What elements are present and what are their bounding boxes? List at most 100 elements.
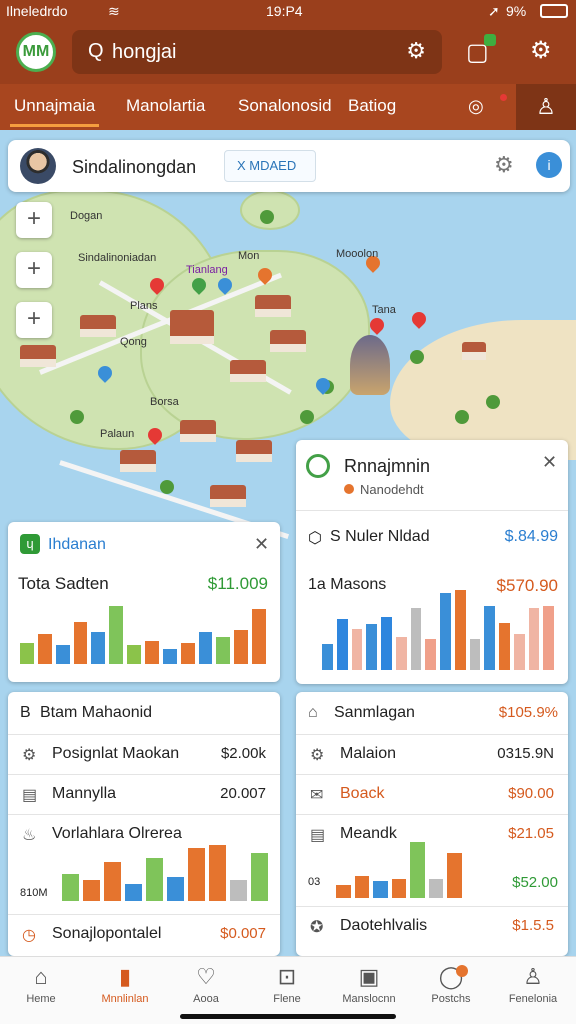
chart-bar bbox=[20, 642, 34, 664]
map-building bbox=[20, 345, 56, 367]
avatar[interactable] bbox=[20, 148, 56, 184]
row-value: $21.05 bbox=[508, 825, 554, 842]
list-item[interactable]: ⚙ Malaion 0315.9N bbox=[296, 734, 568, 774]
bar-chart-right bbox=[320, 590, 556, 670]
search-bar[interactable]: Q hongjai ⚙ bbox=[72, 30, 442, 74]
bell-icon[interactable]: ◎ bbox=[468, 96, 484, 117]
gear-icon[interactable]: ⚙ bbox=[494, 152, 514, 178]
row-label: Vorlahlara Olrerea bbox=[52, 825, 182, 842]
gear-icon: ⚙ bbox=[22, 747, 37, 764]
chart-bar bbox=[162, 649, 177, 664]
zoom-in-button-2[interactable]: + bbox=[16, 252, 52, 288]
card-subtitle: Nanodehdt bbox=[360, 482, 424, 497]
map-building bbox=[180, 420, 216, 442]
row-label: Mannylla bbox=[52, 785, 117, 802]
chart-bar bbox=[209, 845, 226, 901]
nav-postchs[interactable]: ◯ Postchs bbox=[410, 963, 492, 1005]
map-label: Qong bbox=[120, 336, 147, 348]
map-pin[interactable] bbox=[367, 315, 387, 335]
list-item[interactable]: ✪ Daotehlvalis $1.5.5 bbox=[296, 906, 568, 946]
chart-bar bbox=[543, 606, 554, 670]
nav-home[interactable]: ⌂ Heme bbox=[0, 963, 82, 1005]
app-logo[interactable]: MM bbox=[16, 32, 56, 72]
list-item[interactable]: ✉ Boack $90.00 bbox=[296, 774, 568, 814]
nav-badge bbox=[456, 965, 468, 977]
map-tree bbox=[70, 410, 84, 424]
nav-label: Heme bbox=[26, 993, 56, 1005]
nav-label: Aooa bbox=[193, 993, 219, 1005]
close-icon[interactable]: ✕ bbox=[254, 534, 269, 555]
chart-bar bbox=[351, 628, 363, 670]
map-pin[interactable] bbox=[409, 309, 429, 329]
chart-bar bbox=[198, 632, 213, 664]
map-building bbox=[255, 295, 291, 317]
status-chip[interactable]: X MDAED bbox=[224, 150, 316, 182]
location-name: Sindalinongdan bbox=[72, 157, 197, 177]
bar-chart-list-right bbox=[334, 842, 464, 898]
nav-label: Flene bbox=[273, 993, 301, 1005]
list-item[interactable]: ▤ Mannylla 20.007 bbox=[8, 774, 280, 814]
list-item[interactable]: ⚙ Posignlat Maokan $2.00k bbox=[8, 734, 280, 774]
nav-flene[interactable]: ⊡ Flene bbox=[246, 963, 328, 1005]
chart-bar bbox=[447, 852, 462, 898]
map-label: Dogan bbox=[70, 210, 103, 222]
chart-bar bbox=[216, 636, 231, 664]
chart-bar bbox=[55, 645, 70, 664]
divider bbox=[296, 510, 568, 511]
bookmark-icon: ▮ bbox=[118, 964, 132, 989]
row-value: $90.00 bbox=[508, 785, 554, 802]
row-label: S Nuler Nldad bbox=[330, 528, 430, 545]
row-label: Posignlat Maokan bbox=[52, 745, 180, 762]
map-tree bbox=[260, 210, 274, 224]
chart-bar bbox=[322, 644, 333, 670]
nav-manslocnn[interactable]: ▣ Manslocnn bbox=[328, 963, 410, 1005]
search-settings-icon[interactable]: ⚙ bbox=[406, 38, 426, 64]
zoom-in-button[interactable]: + bbox=[16, 202, 52, 238]
row-label: Daotehlvalis bbox=[340, 917, 428, 934]
settings-icon[interactable]: ⚙ bbox=[530, 36, 552, 65]
chart-bar bbox=[73, 621, 88, 664]
chart-bar bbox=[37, 634, 52, 664]
map-tree bbox=[410, 350, 424, 364]
chart-bar bbox=[440, 593, 451, 670]
tab-unnajmaia[interactable]: Unnajmaia bbox=[9, 96, 100, 127]
map-label: Sindalinoniadan bbox=[78, 252, 157, 264]
tab-manolartia[interactable]: Manolartia bbox=[126, 96, 205, 116]
search-input[interactable]: hongjai bbox=[112, 41, 177, 64]
home-indicator[interactable] bbox=[180, 1014, 396, 1019]
carrier-label: Ilneledrdo bbox=[6, 3, 68, 19]
chart-bar bbox=[454, 590, 466, 670]
chart-icon: ♨ bbox=[22, 827, 37, 844]
nav-mnnlinlan[interactable]: ▮ Mnnlinlan bbox=[84, 963, 166, 1005]
location-info-bar[interactable]: Sindalinongdan X MDAED ⚙ i bbox=[8, 140, 570, 192]
nav-fenelonia[interactable]: ♙ Fenelonia bbox=[492, 963, 574, 1005]
close-icon[interactable]: ✕ bbox=[542, 452, 557, 473]
list-card-right: ⌂ Sanmlagan $105.9% ⚙ Malaion 0315.9N ✉ … bbox=[296, 692, 568, 956]
tab-batiog[interactable]: Batiog bbox=[348, 96, 396, 116]
tab-sonalonosid[interactable]: Sonalonosid bbox=[238, 96, 332, 116]
card-title: Btam Mahaonid bbox=[40, 704, 153, 721]
zoom-in-button-3[interactable]: + bbox=[16, 302, 52, 338]
chart-bar bbox=[428, 878, 444, 898]
chart-bar bbox=[366, 623, 377, 670]
search-icon: Q bbox=[88, 40, 104, 62]
chart-value: $52.00 bbox=[512, 874, 558, 891]
map-sand bbox=[390, 320, 576, 460]
user-icon[interactable]: ♙ bbox=[516, 84, 576, 130]
list-item[interactable]: ◷ Sonajlopontalel $0.007 bbox=[8, 914, 280, 954]
place-icon bbox=[306, 454, 330, 478]
info-icon[interactable]: i bbox=[536, 152, 562, 178]
chart-bar bbox=[410, 842, 425, 898]
map-tree bbox=[486, 395, 500, 409]
map-building bbox=[80, 315, 116, 337]
gear-icon: ⚙ bbox=[310, 747, 325, 764]
chart-bar bbox=[336, 885, 351, 898]
row-label: Boack bbox=[340, 785, 385, 802]
map-tree bbox=[455, 410, 469, 424]
nav-label: Mnnlinlan bbox=[101, 993, 149, 1005]
house-icon: ⌂ bbox=[308, 704, 318, 721]
map-building bbox=[236, 440, 272, 462]
clock: 19:P4 bbox=[266, 3, 303, 19]
document-icon: ▤ bbox=[22, 787, 38, 804]
nav-aooa[interactable]: ♡ Aooa bbox=[165, 963, 247, 1005]
